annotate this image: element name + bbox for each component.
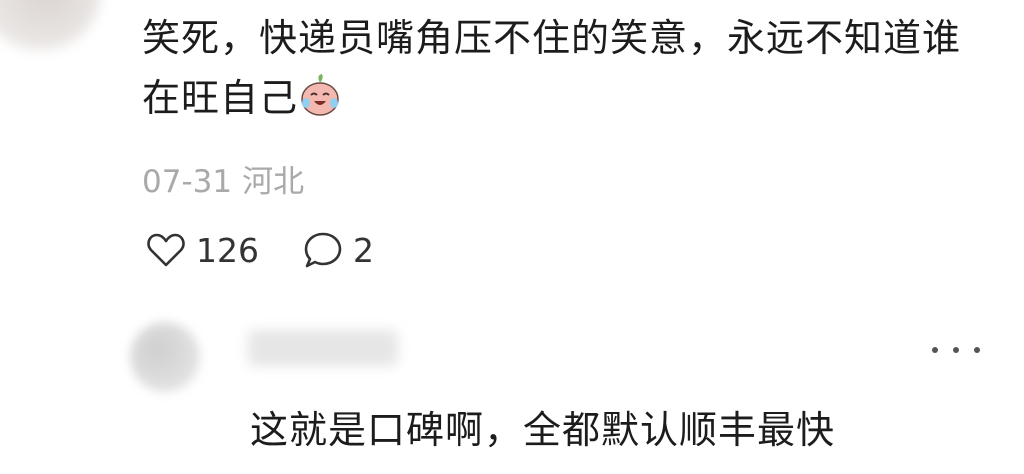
heart-icon <box>147 233 185 267</box>
more-options-button[interactable] <box>932 338 980 362</box>
more-dot-icon <box>932 347 938 353</box>
comment-date: 07-31 <box>142 164 233 200</box>
comment-location: 河北 <box>242 164 305 200</box>
comment-text: 笑死，快递员嘴角压不住的笑意，永远不知道谁在旺自己 <box>142 16 962 120</box>
more-dot-icon <box>953 347 959 353</box>
reply-body: 这就是口碑啊，全都默认顺丰最快 <box>250 408 836 452</box>
reply-username-blurred[interactable] <box>248 330 398 366</box>
speech-bubble-icon <box>304 232 342 268</box>
commenter-avatar[interactable] <box>0 0 100 50</box>
comment-meta: 07-31 河北 <box>142 156 304 201</box>
like-count: 126 <box>196 230 259 270</box>
like-button[interactable]: 126 <box>146 231 259 270</box>
comment-body: 笑死，快递员嘴角压不住的笑意，永远不知道谁在旺自己 <box>142 8 982 128</box>
reply-count: 2 <box>353 230 374 270</box>
more-dot-icon <box>974 347 980 353</box>
comment-actions: 126 2 <box>146 226 374 274</box>
reply-button[interactable]: 2 <box>303 231 374 270</box>
reply-avatar[interactable] <box>130 322 200 392</box>
laughing-crying-face-icon <box>301 74 339 116</box>
